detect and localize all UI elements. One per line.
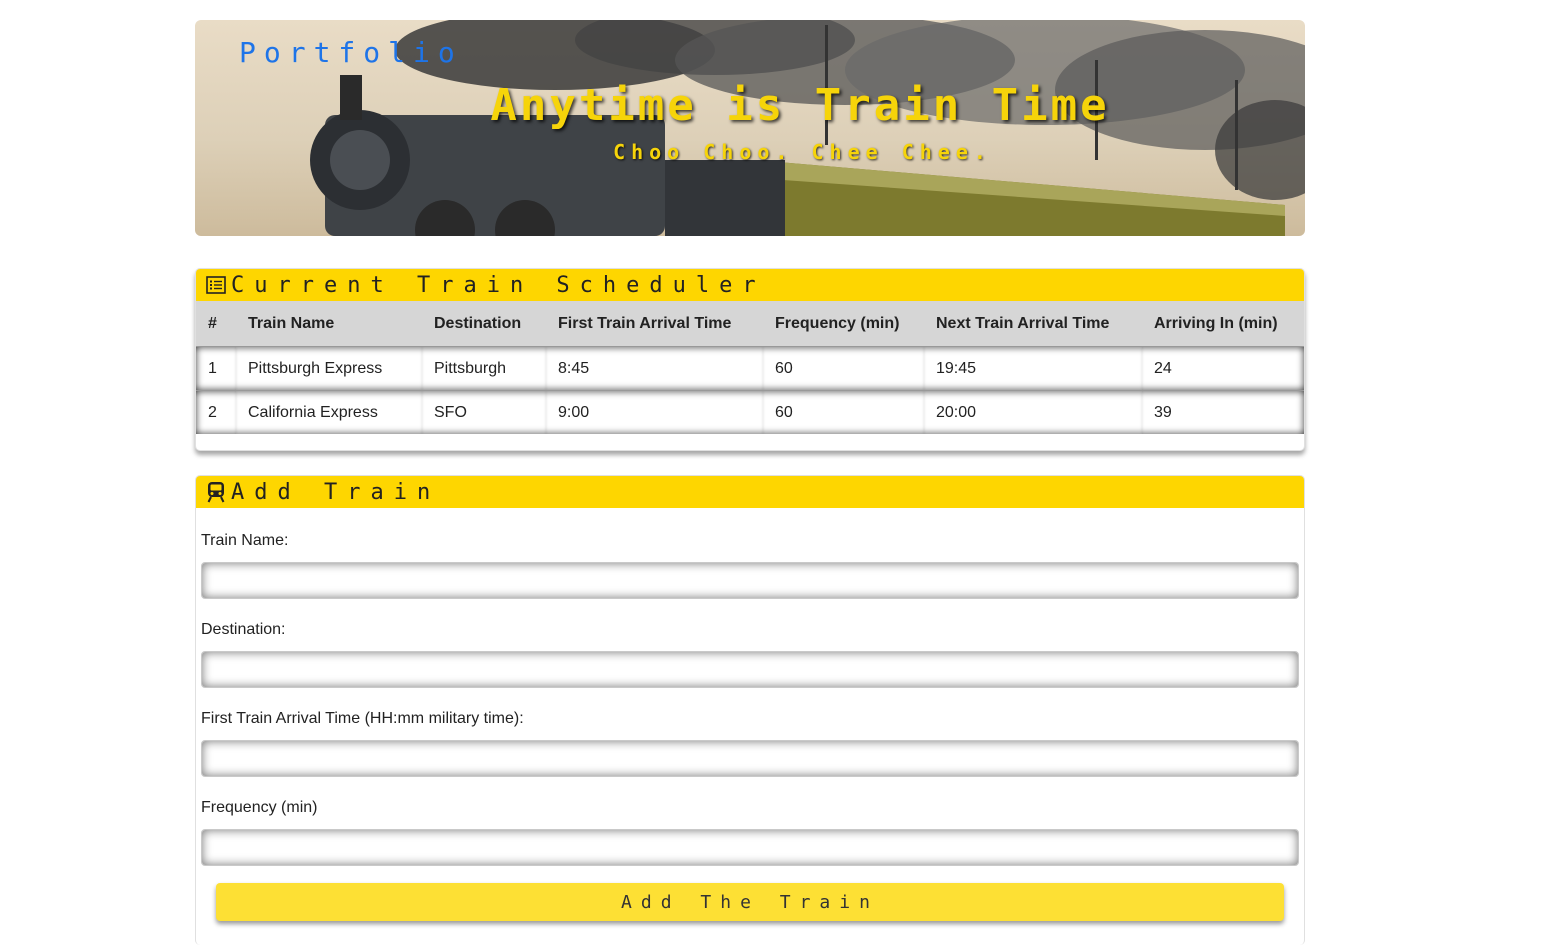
add-train-button[interactable]: Add The Train — [216, 883, 1284, 921]
cell-arriving-in: 24 — [1142, 346, 1304, 390]
column-header-arriving-in: Arriving In (min) — [1142, 301, 1304, 346]
column-header-next-arrival: Next Train Arrival Time — [924, 301, 1142, 346]
cell-first-arrival: 9:00 — [546, 390, 763, 434]
destination-input[interactable] — [201, 651, 1299, 688]
cell-frequency: 60 — [763, 346, 924, 390]
cell-train-name: California Express — [236, 390, 422, 434]
cell-arriving-in: 39 — [1142, 390, 1304, 434]
schedule-header: Current Train Scheduler — [196, 269, 1304, 301]
column-header-train-name: Train Name — [236, 301, 422, 346]
train-name-input[interactable] — [201, 562, 1299, 599]
column-header-number: # — [196, 301, 236, 346]
cell-destination: SFO — [422, 390, 546, 434]
list-icon — [205, 274, 227, 296]
page-title: Anytime is Train Time — [490, 80, 1110, 131]
column-header-destination: Destination — [422, 301, 546, 346]
cell-train-name: Pittsburgh Express — [236, 346, 422, 390]
train-name-label: Train Name: — [201, 532, 289, 549]
add-train-form: Train Name: Destination: First Train Arr… — [196, 532, 1304, 921]
table-header-row: # Train Name Destination First Train Arr… — [196, 301, 1304, 346]
cell-frequency: 60 — [763, 390, 924, 434]
table-row: 2 California Express SFO 9:00 60 20:00 3… — [196, 390, 1304, 434]
schedule-heading: Current Train Scheduler — [231, 272, 766, 298]
cell-next-arrival: 19:45 — [924, 346, 1142, 390]
first-time-input[interactable] — [201, 740, 1299, 777]
cell-number: 1 — [196, 346, 236, 390]
add-train-card: Add Train Train Name: Destination: First… — [195, 475, 1305, 945]
hero-banner: Portfolio Anytime is Train Time Choo Cho… — [195, 20, 1305, 236]
table-row: 1 Pittsburgh Express Pittsburgh 8:45 60 … — [196, 346, 1304, 390]
column-header-frequency: Frequency (min) — [763, 301, 924, 346]
cell-number: 2 — [196, 390, 236, 434]
portfolio-link[interactable]: Portfolio — [239, 36, 463, 69]
schedule-card: Current Train Scheduler # Train Name Des… — [195, 268, 1305, 451]
add-train-header: Add Train — [196, 476, 1304, 508]
first-time-label: First Train Arrival Time (HH:mm military… — [201, 710, 524, 727]
page-container: Portfolio Anytime is Train Time Choo Cho… — [195, 20, 1305, 945]
destination-label: Destination: — [201, 621, 286, 638]
column-header-first-arrival: First Train Arrival Time — [546, 301, 763, 346]
frequency-label: Frequency (min) — [201, 799, 318, 816]
cell-next-arrival: 20:00 — [924, 390, 1142, 434]
train-icon — [205, 481, 227, 503]
add-train-heading: Add Train — [231, 479, 441, 505]
frequency-input[interactable] — [201, 829, 1299, 866]
page-subtitle: Choo Choo. Chee Chee. — [613, 140, 992, 164]
cell-first-arrival: 8:45 — [546, 346, 763, 390]
cell-destination: Pittsburgh — [422, 346, 546, 390]
schedule-table: # Train Name Destination First Train Arr… — [196, 301, 1304, 434]
